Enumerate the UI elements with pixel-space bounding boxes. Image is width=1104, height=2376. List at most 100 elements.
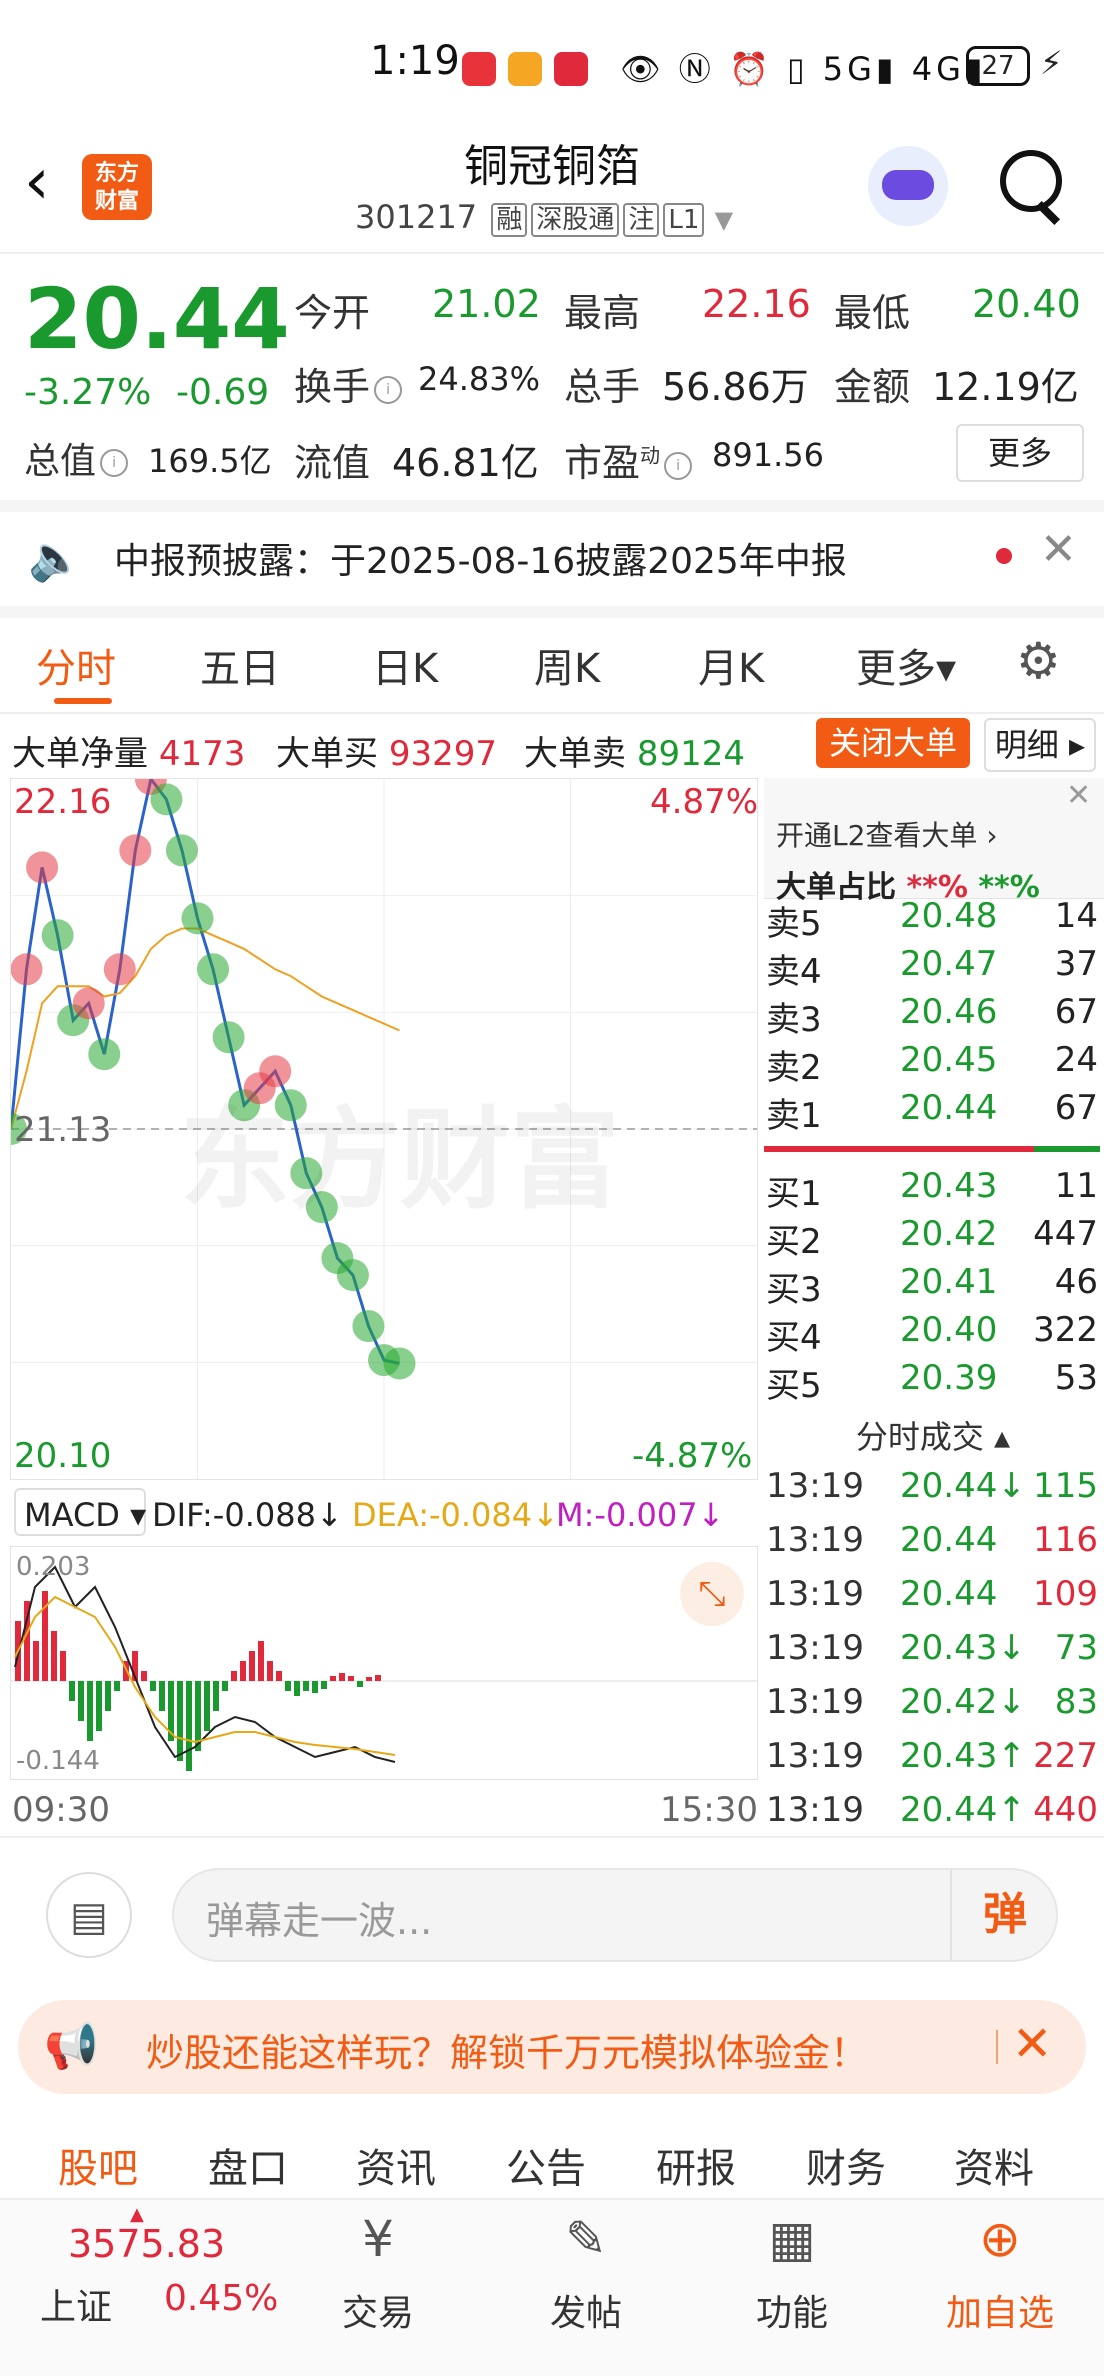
notice-text[interactable]: 中报预披露：于2025-08-16披露2025年中报 [114,532,847,584]
macd-pos-bar [339,1673,345,1681]
subtab-forum[interactable]: 股吧 [58,2136,138,2194]
mktcap-label: 总值 i [24,432,132,484]
tab-five-day[interactable]: 五日 [200,636,280,694]
gear-icon[interactable]: ⚙ [1016,632,1061,690]
stock-code-line[interactable]: 301217 融深股通注 L1 ▼ [355,198,733,237]
close-big-order-button[interactable]: 关闭大单 [816,718,970,768]
tick-time: 13:19 [766,1736,864,1776]
tick-row[interactable]: 13:19 20.44 109 [764,1574,1102,1628]
nav-add-watchlist[interactable]: 加自选 [940,2284,1060,2336]
macd-top-label: 0.203 [16,1552,91,1582]
macd-pos-bar [249,1651,255,1681]
chart-high-label: 22.16 [14,782,112,822]
level-volume: 322 [1033,1310,1098,1350]
expand-icon[interactable]: ⤡ [680,1562,744,1626]
subtab-news[interactable]: 资讯 [356,2136,436,2194]
stock-code: 301217 [355,198,478,236]
nav-post[interactable]: 发帖 [526,2284,646,2336]
bid-row[interactable]: 买2 20.42 447 [764,1214,1102,1262]
tab-weekly-k[interactable]: 周K [534,636,600,694]
more-button[interactable]: 更多 [956,424,1084,482]
huawei-app-icon [462,52,496,86]
tag-margin: 融 [491,203,528,237]
l2-text: 开通L2查看大单 › [776,819,998,852]
macd-label[interactable]: MACD ▾ [24,1496,146,1534]
l2-promo-box[interactable]: 开通L2查看大单 › 大单占比 **% **% ✕ [764,778,1104,905]
tab-intraday[interactable]: 分时 [36,636,116,694]
status-bar: 1:19 👁 Ⓝ ⏰ ▯ 5G▮ 4G▮ 27 ⚡ [0,0,1104,130]
close-icon[interactable]: ✕ [1012,2016,1052,2072]
info-icon[interactable]: i [374,375,403,404]
macd-dif: DIF:-0.088↓ [152,1496,343,1534]
nav-trade[interactable]: 交易 [318,2284,438,2336]
subtab-research[interactable]: 研报 [656,2136,736,2194]
dif-line [14,1565,396,1763]
unread-dot [996,548,1012,564]
big-order-dot [41,919,74,952]
bid-row[interactable]: 买1 20.43 11 [764,1166,1102,1214]
info-icon[interactable]: i [100,449,129,477]
detail-button[interactable]: 明细 ▸ [984,718,1096,772]
big-order-dot [119,834,152,867]
app-icon [508,52,542,86]
tick-header[interactable]: 分时成交 ▴ [764,1412,1102,1458]
bid-row[interactable]: 买3 20.41 46 [764,1262,1102,1310]
macd-pos-bar [33,1641,39,1681]
level-label: 卖1 [766,1096,822,1136]
promo-text[interactable]: 炒股还能这样玩？解锁千万元模拟体验金！ [146,2022,868,2077]
macd-neg-bar [177,1681,183,1761]
tick-row[interactable]: 13:19 20.43↓ 73 [764,1628,1102,1682]
tab-monthly-k[interactable]: 月K [698,636,764,694]
subtab-quote[interactable]: 盘口 [208,2136,288,2194]
macd-pos-bar [60,1651,66,1681]
tab-daily-k[interactable]: 日K [372,636,438,694]
book-app-icon [554,52,588,86]
close-icon[interactable]: ✕ [1066,778,1091,813]
amount-label: 金额 [834,365,911,409]
section-divider [0,500,1104,512]
macd-neg-bar [159,1681,165,1711]
subtab-finance[interactable]: 财务 [806,2136,886,2194]
macd-neg-bar [222,1681,228,1691]
time-start-label: 09:30 [12,1790,110,1830]
post-icon[interactable]: ✎ [526,2210,646,2268]
big-order-dot [212,1021,245,1054]
add-watchlist-icon[interactable]: ⊕ [940,2210,1060,2268]
macd-chart[interactable] [10,1546,758,1780]
tick-row[interactable]: 13:19 20.44 116 [764,1520,1102,1574]
bid-row[interactable]: 买5 20.39 53 [764,1358,1102,1406]
tick-volume: 116 [1033,1520,1098,1560]
functions-icon[interactable]: ▦ [732,2210,852,2268]
ask-row[interactable]: 卖2 20.45 24 [764,1040,1102,1088]
tick-row[interactable]: 13:19 20.44↓ 115 [764,1466,1102,1520]
ask-row[interactable]: 卖5 20.48 14 [764,896,1102,944]
trade-icon[interactable]: ¥ [318,2210,438,2268]
subtab-profile[interactable]: 资料 [954,2136,1034,2194]
macd-pos-bar [141,1671,147,1681]
ask-row[interactable]: 卖3 20.46 67 [764,992,1102,1040]
danmu-send-button[interactable]: 弹 [950,1870,1058,1960]
close-icon[interactable]: ✕ [1040,524,1077,575]
macd-neg-bar [105,1681,111,1711]
danmu-settings-icon[interactable]: ▤ [46,1872,132,1958]
ask-row[interactable]: 卖4 20.47 37 [764,944,1102,992]
subtab-announcement[interactable]: 公告 [506,2136,586,2194]
tick-time: 13:19 [766,1790,864,1830]
bid-row[interactable]: 买4 20.40 322 [764,1310,1102,1358]
tick-volume: 227 [1033,1736,1098,1776]
chart-low-label: 20.10 [14,1436,112,1476]
tab-more[interactable]: 更多▾ [856,636,956,694]
level-label: 卖4 [766,952,822,992]
nav-functions[interactable]: 功能 [732,2284,852,2336]
search-icon[interactable] [1000,150,1062,212]
big-order-dot [72,987,105,1020]
tick-row[interactable]: 13:19 20.42↓ 83 [764,1682,1102,1736]
ask-row[interactable]: 卖1 20.44 67 [764,1088,1102,1136]
index-value[interactable]: 3575.83 [68,2222,225,2266]
tick-row[interactable]: 13:19 20.43↑ 227 [764,1736,1102,1790]
level-volume: 67 [1054,1088,1098,1128]
level-volume: 53 [1054,1358,1098,1398]
tick-price: 20.44 [900,1520,998,1560]
tick-volume: 440 [1033,1790,1098,1830]
info-icon[interactable]: i [664,451,693,480]
